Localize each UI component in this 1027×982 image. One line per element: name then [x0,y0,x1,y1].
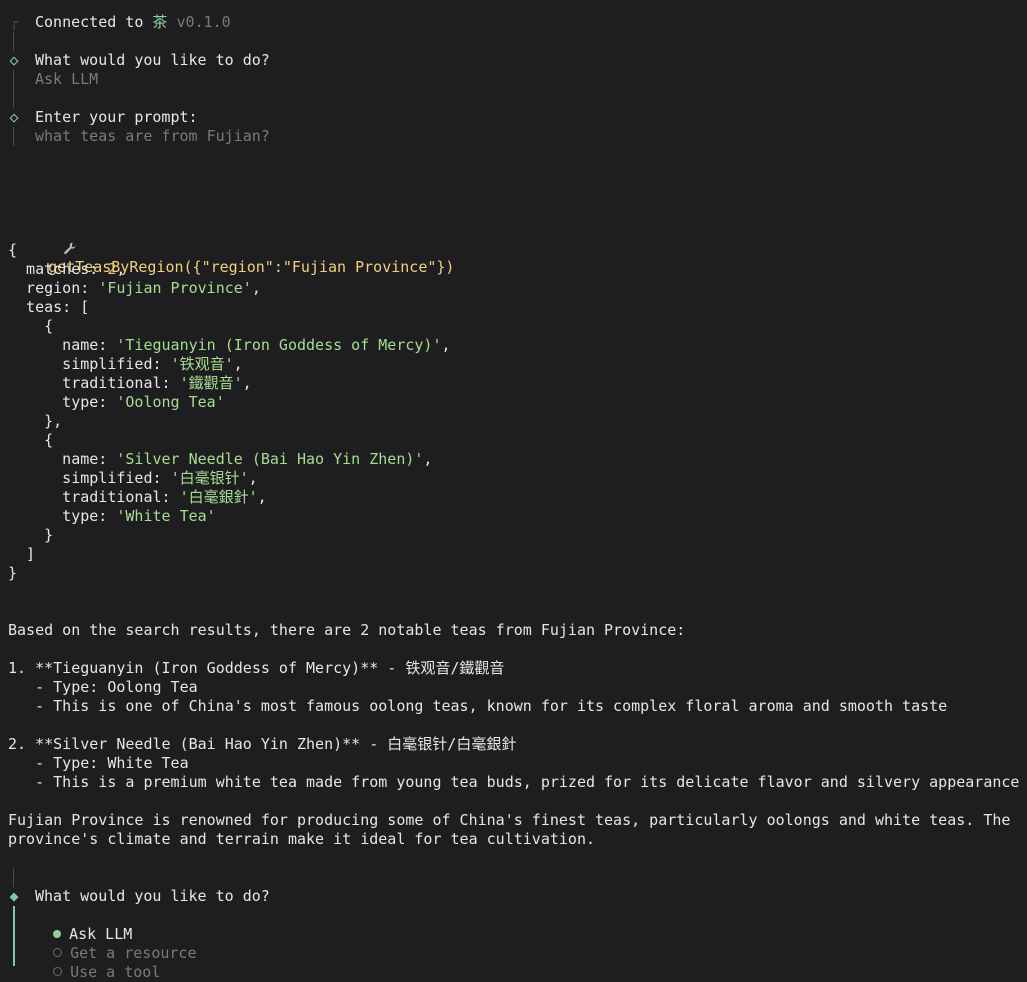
step1-question: What would you like to do? [35,51,270,69]
step2-question: Enter your prompt: [35,108,198,126]
json-tea1-type: type: 'Oolong Tea' [8,393,225,412]
json-tea1-traditional: traditional: '鐵觀音', [8,374,252,392]
active-gutter-bar [13,906,15,966]
gutter-bar [13,32,14,51]
json-string: 'Silver Needle (Bai Hao Yin Zhen)' [116,450,424,468]
json-string: 'Fujian Province' [98,279,252,297]
json-string: '铁观音' [170,355,234,373]
connection-status: Connected to 茶 v0.1.0 [35,13,231,32]
json-key: region: [8,279,99,297]
json-key: simplified: [8,355,171,373]
server-name: 茶 [152,13,168,31]
json-string: 'Oolong Tea' [116,393,225,411]
response-item2-type: - Type: White Tea [8,754,189,772]
json-key: traditional: [8,488,180,506]
json-tea2-traditional: traditional: '白毫銀針', [8,488,267,506]
json-string: '白毫銀針' [179,488,258,506]
json-string: '鐵觀音' [179,374,243,392]
json-tea1-simplified: simplified: '铁观音', [8,355,243,373]
response-item2-title: 2. **Silver Needle (Bai Hao Yin Zhen)** … [8,735,517,753]
step-done-diamond-icon: ◇ [9,108,19,126]
step1-answer: Ask LLM [35,70,99,88]
response-intro: Based on the search results, there are 2… [8,621,686,639]
step2-answer: what teas are from Fujian? [35,127,270,145]
json-string: '白毫银针' [170,469,249,487]
radio-unselected-icon [53,967,63,976]
response-item1-type: - Type: Oolong Tea [8,678,198,696]
server-version: v0.1.0 [176,13,231,31]
response-item2-desc: - This is a premium white tea made from … [8,773,1020,791]
connected-prefix: Connected to [35,13,144,31]
json-tea1-open: { [8,317,54,335]
tool-call-line: getTeasByRegion({"region":"Fujian Provin… [8,203,454,276]
response-item1-title: 1. **Tieguanyin (Iron Goddess of Mercy)*… [8,659,505,677]
json-tea2-close: } [8,526,54,544]
response-item1-desc: - This is one of China's most famous ool… [8,697,948,715]
response-outro-line2: province's climate and terrain make it i… [8,830,595,848]
step-done-diamond-icon: ◇ [9,51,19,69]
json-string: 'Tieguanyin (Iron Goddess of Mercy)' [116,336,442,354]
json-key: name: [8,336,117,354]
json-tea1-name: name: 'Tieguanyin (Iron Goddess of Mercy… [8,336,451,354]
json-key: type: [8,393,117,411]
json-string: 'White Tea' [116,507,216,525]
menu-question: What would you like to do? [35,887,270,905]
json-tea2-type: type: 'White Tea' [8,507,216,526]
json-matches-line: matches: 2, [8,260,126,278]
json-key: traditional: [8,374,180,392]
wrench-icon [26,222,76,255]
json-tea2-open: { [8,431,54,449]
menu-option-use-tool[interactable]: Use a tool [35,944,160,981]
json-key: matches: [8,260,108,278]
json-number: 2 [107,260,117,278]
response-outro-line1: Fujian Province is renowned for producin… [8,811,1011,829]
gutter-bar [13,127,14,146]
json-close-brace: } [8,564,18,582]
json-tea2-simplified: simplified: '白毫银针', [8,469,258,487]
menu-option-get-resource[interactable]: Get a resource [35,925,197,962]
json-key: name: [8,450,117,468]
step-active-diamond-icon: ◆ [9,887,19,905]
json-region-line: region: 'Fujian Province', [8,279,261,297]
corner-glyph: ┌ [9,13,19,31]
gutter-bar [13,868,14,887]
menu-option-label: Use a tool [70,963,161,981]
json-tea1-close: }, [8,412,63,430]
menu-option-ask-llm[interactable]: Ask LLM [35,906,132,943]
json-teas-close: ] [8,545,36,563]
gutter-bar [13,70,14,108]
json-key: simplified: [8,469,171,487]
json-tea2-name: name: 'Silver Needle (Bai Hao Yin Zhen)'… [8,450,433,468]
json-open-brace: { [8,241,18,259]
json-key: type: [8,507,117,525]
json-teas-key: teas: [ [8,298,90,316]
